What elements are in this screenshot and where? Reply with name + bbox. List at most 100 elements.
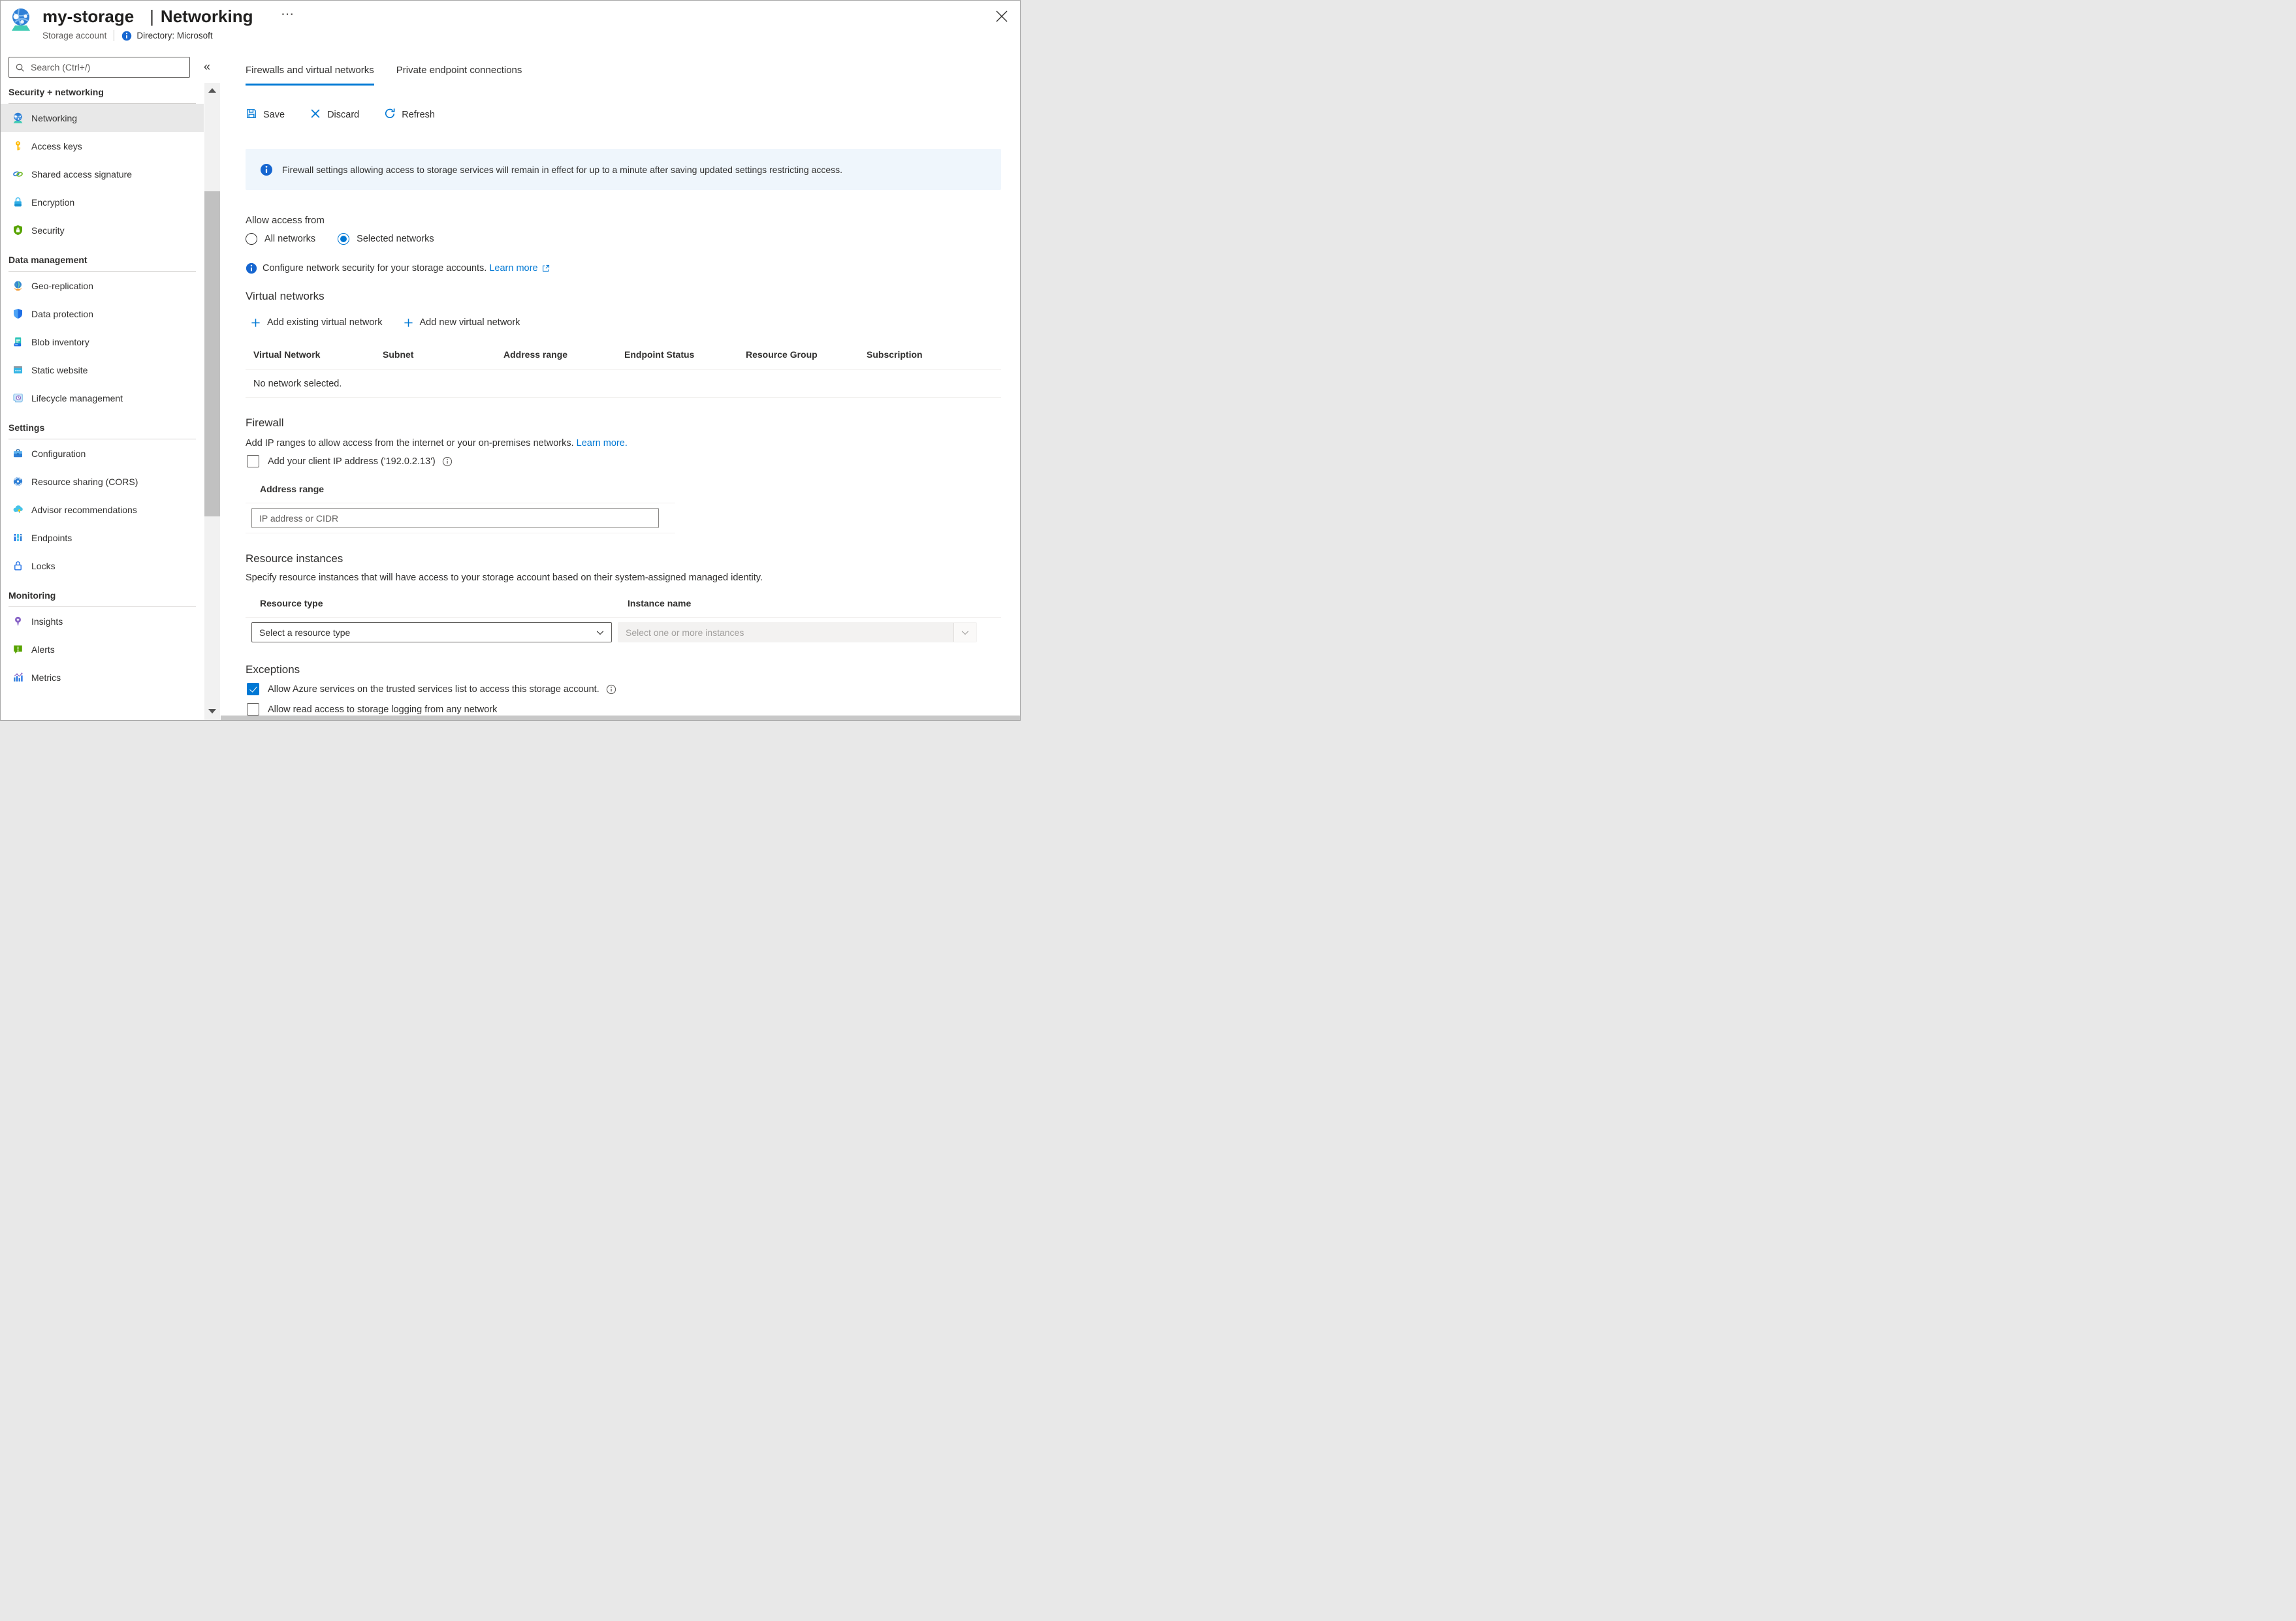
close-icon[interactable] [994,8,1010,24]
sidebar-item-geo-replication[interactable]: Geo-replication [1,272,204,300]
firewall-description: Add IP ranges to allow access from the i… [246,438,628,449]
info-banner: Firewall settings allowing access to sto… [246,149,1001,190]
sidebar-item-insights[interactable]: Insights [1,607,204,635]
sidebar-item-locks[interactable]: Locks [1,552,204,580]
info-icon [121,31,132,41]
resource-type-dropdown[interactable]: Select a resource type [251,622,612,642]
scrollbar-thumb[interactable] [204,191,220,516]
allow-storage-logging-checkbox[interactable] [247,703,259,716]
discard-icon [310,108,327,122]
sidebar-item-label: Metrics [31,672,61,683]
tab-private-endpoint-connections[interactable]: Private endpoint connections [396,65,522,86]
add-existing-vnet-button[interactable]: Add existing virtual network [251,317,383,328]
radio-selected-networks[interactable] [338,233,349,245]
locks-icon [12,560,24,571]
tab-firewalls-and-virtual-networks[interactable]: Firewalls and virtual networks [246,65,374,86]
sidebar-item-label: Resource sharing (CORS) [31,477,138,487]
allow-trusted-services-checkbox[interactable] [247,683,259,695]
sidebar-section-header: Settings [8,412,196,439]
sidebar-item-data-protection[interactable]: Data protection [1,300,204,328]
shared-access-signature-icon [12,168,24,180]
sidebar-item-static-website[interactable]: Static website [1,356,204,384]
sidebar-item-label: Geo-replication [31,281,93,291]
sidebar-item-access-keys[interactable]: Access keys [1,132,204,160]
col-subscription[interactable]: Subscription [867,349,923,360]
alerts-icon [12,644,24,655]
allow-trusted-services-label: Allow Azure services on the trusted serv… [268,684,599,695]
sidebar-item-endpoints[interactable]: Endpoints [1,524,204,552]
search-input[interactable] [29,61,189,73]
sidebar-item-label: Static website [31,365,88,375]
virtual-networks-heading: Virtual networks [246,290,325,303]
configuration-icon [12,448,24,459]
static-website-icon [12,364,24,375]
sidebar-item-label: Locks [31,561,56,571]
sidebar-item-advisor-recommendations[interactable]: Advisor recommendations [1,496,204,524]
lifecycle-management-icon [12,392,24,403]
scroll-up-icon[interactable] [204,84,220,97]
sidebar-item-label: Access keys [31,141,82,151]
col-virtual-network[interactable]: Virtual Network [253,349,320,360]
collapse-sidebar-button[interactable]: « [199,58,215,75]
sidebar-item-lifecycle-management[interactable]: Lifecycle management [1,384,204,412]
info-outline-icon[interactable] [606,684,616,695]
page-title: my-storage [42,7,134,26]
radio-all-networks-label[interactable]: All networks [264,234,315,244]
sidebar-item-configuration[interactable]: Configuration [1,439,204,467]
resource-type-label: Resource type [260,598,323,608]
sidebar-item-alerts[interactable]: Alerts [1,635,204,663]
col-subnet[interactable]: Subnet [383,349,413,360]
sidebar-item-label: Networking [31,113,77,123]
add-new-vnet-button[interactable]: Add new virtual network [404,317,520,328]
storage-account-icon [10,8,32,31]
col-endpoint-status[interactable]: Endpoint Status [624,349,694,360]
metrics-icon [12,672,24,683]
sidebar-item-label: Advisor recommendations [31,505,137,515]
learn-more-link[interactable]: Learn more [489,263,537,274]
directory-label: Directory: Microsoft [136,31,212,40]
discard-button[interactable]: Discard [310,108,359,122]
learn-more-link[interactable]: Learn more. [577,438,628,449]
sidebar-item-encryption[interactable]: Encryption [1,188,204,216]
sidebar-item-shared-access-signature[interactable]: Shared access signature [1,160,204,188]
page-subtitle: Networking [161,7,253,26]
resource-instances-description: Specify resource instances that will hav… [246,573,763,583]
more-menu-icon[interactable]: ⋯ [281,6,295,22]
info-icon [260,163,273,176]
main-content: Firewalls and virtual networks Private e… [221,50,1020,720]
data-protection-icon [12,308,24,319]
sidebar-item-security[interactable]: Security [1,216,204,244]
cors-icon [12,476,24,487]
radio-selected-networks-label[interactable]: Selected networks [357,234,434,244]
horizontal-scrollbar[interactable] [221,716,1020,720]
scroll-down-icon[interactable] [204,704,220,717]
sidebar-item-resource-sharing-cors[interactable]: Resource sharing (CORS) [1,467,204,496]
trusted-services-row: Allow Azure services on the trusted serv… [247,683,616,695]
ip-address-input[interactable] [251,508,659,528]
sidebar-item-label: Data protection [31,309,93,319]
firewall-heading: Firewall [246,417,284,430]
sidebar-nav: Security + networkingNetworkingAccess ke… [1,83,204,691]
sidebar: « Security + networkingNetworkingAccess … [1,50,204,720]
network-access-radio-group: All networks Selected networks [246,233,456,245]
sidebar-scrollbar[interactable] [204,83,220,720]
radio-all-networks[interactable] [246,233,257,245]
add-client-ip-checkbox[interactable] [247,455,259,467]
sidebar-item-blob-inventory[interactable]: Blob inventory [1,328,204,356]
plus-icon [404,318,413,328]
refresh-button[interactable]: Refresh [384,108,435,122]
col-resource-group[interactable]: Resource Group [746,349,818,360]
search-box [8,57,190,78]
sidebar-section-header: Monitoring [8,580,196,607]
command-bar: Save Discard Refresh [246,108,460,122]
address-range-label: Address range [260,484,324,494]
sidebar-item-networking[interactable]: Networking [1,104,204,132]
info-outline-icon[interactable] [442,456,453,467]
save-button[interactable]: Save [246,108,285,122]
external-link-icon [541,264,550,273]
sidebar-item-metrics[interactable]: Metrics [1,663,204,691]
instance-name-label: Instance name [628,598,691,608]
save-icon [246,108,263,122]
col-address-range[interactable]: Address range [503,349,567,360]
allow-access-from-label: Allow access from [246,215,325,226]
